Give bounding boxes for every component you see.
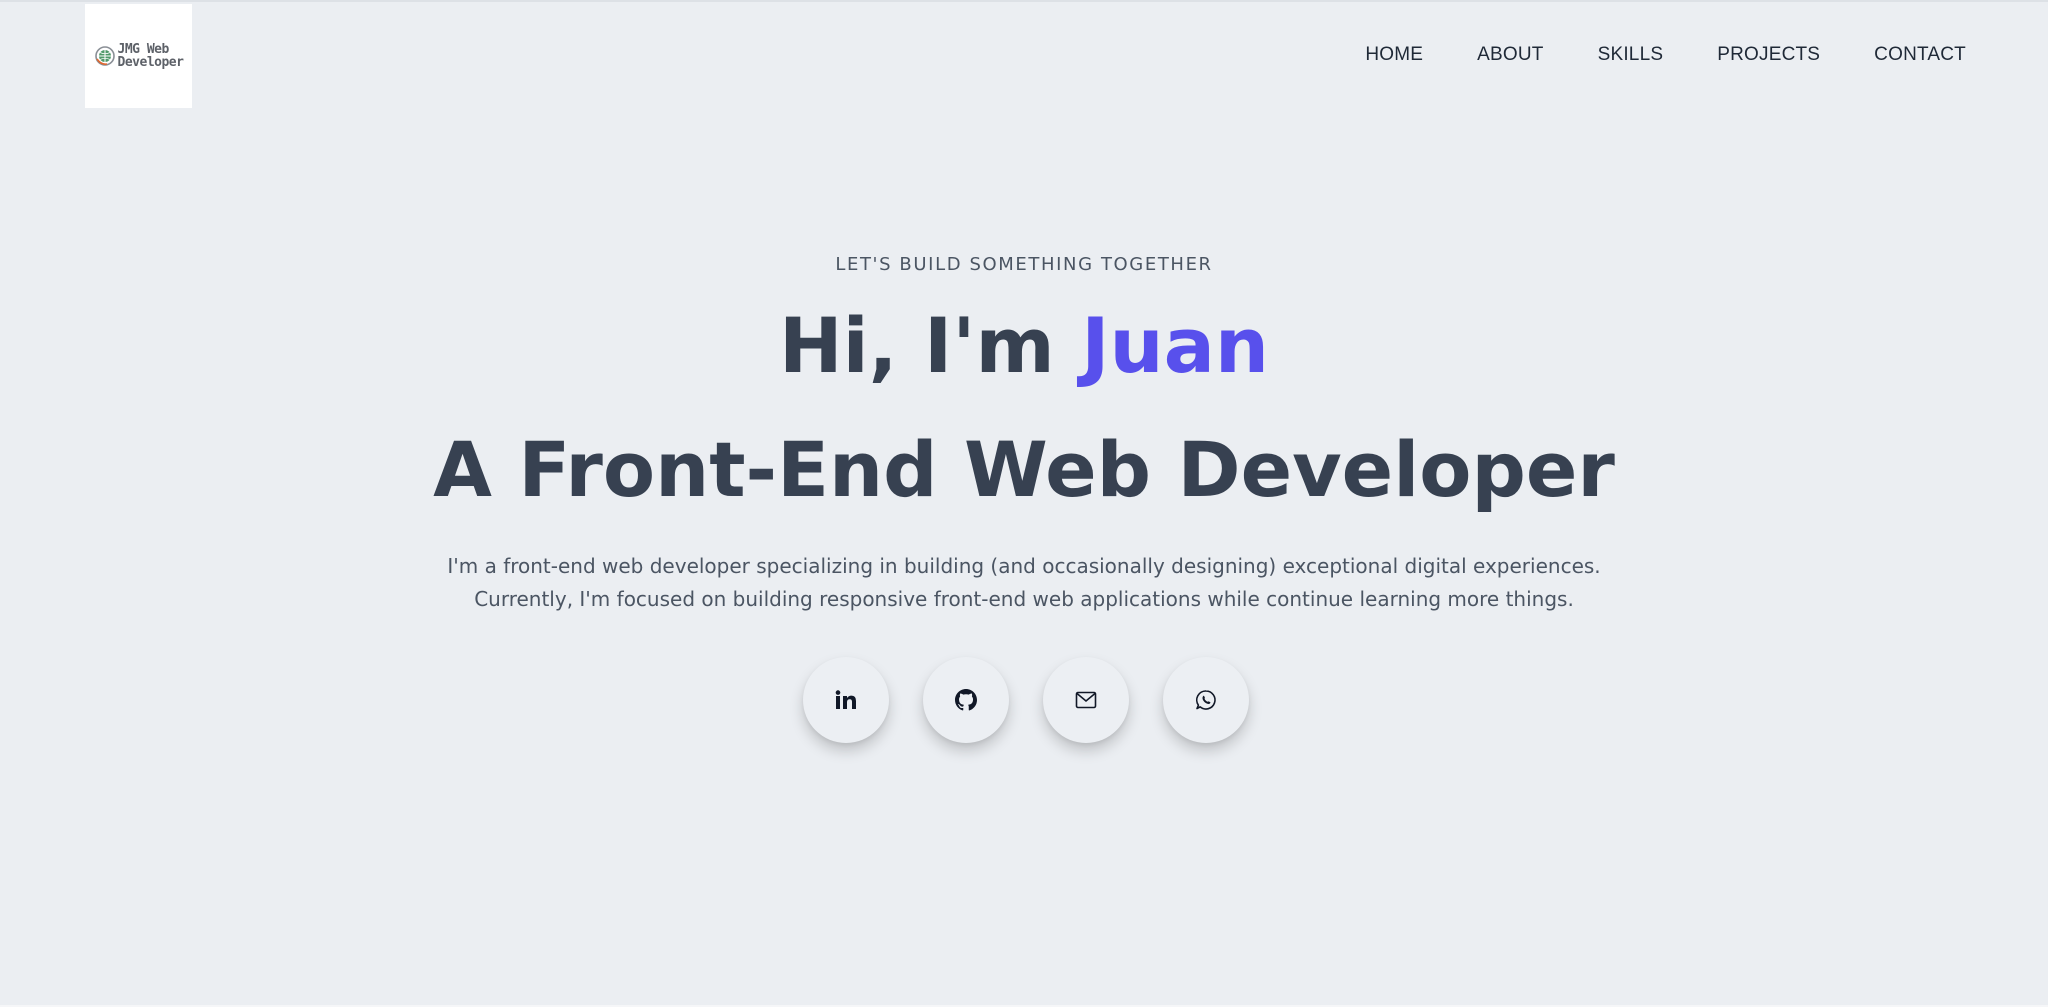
- linkedin-button[interactable]: [803, 657, 889, 743]
- nav-projects[interactable]: PROJECTS: [1717, 44, 1820, 66]
- globe-icon: [94, 46, 115, 66]
- nav-about[interactable]: ABOUT: [1477, 44, 1543, 66]
- nav-home[interactable]: HOME: [1365, 44, 1423, 66]
- hero-greeting: Hi, I'm Juan: [0, 300, 2048, 392]
- greeting-text: Hi, I'm: [779, 301, 1082, 390]
- github-button[interactable]: [923, 657, 1009, 743]
- hero-name: Juan: [1081, 301, 1269, 390]
- whatsapp-icon: [1195, 690, 1216, 710]
- mail-icon: [1075, 691, 1097, 709]
- email-button[interactable]: [1043, 657, 1129, 743]
- logo-text: JMG Web Developer: [118, 43, 184, 69]
- intro-line-2: Currently, I'm focused on building respo…: [474, 587, 1574, 611]
- nav-contact[interactable]: CONTACT: [1874, 44, 1966, 66]
- logo-line-2: Developer: [117, 55, 184, 70]
- logo-mark: JMG Web Developer: [94, 43, 184, 69]
- main-nav: HOME ABOUT SKILLS PROJECTS CONTACT: [1365, 44, 1966, 66]
- page: JMG Web Developer HOME ABOUT SKILLS PROJ…: [0, 0, 2048, 1007]
- hero-eyebrow: LET'S BUILD SOMETHING TOGETHER: [835, 254, 1213, 275]
- social-links: [803, 657, 1249, 743]
- hero-intro: I'm a front-end web developer specializi…: [0, 550, 2048, 616]
- intro-line-1: I'm a front-end web developer specializi…: [447, 554, 1601, 578]
- logo[interactable]: JMG Web Developer: [85, 4, 192, 108]
- whatsapp-button[interactable]: [1163, 657, 1249, 743]
- hero-role: A Front-End Web Developer: [433, 425, 1615, 514]
- github-icon: [955, 689, 977, 711]
- linkedin-icon: [835, 690, 856, 709]
- nav-skills[interactable]: SKILLS: [1598, 44, 1664, 66]
